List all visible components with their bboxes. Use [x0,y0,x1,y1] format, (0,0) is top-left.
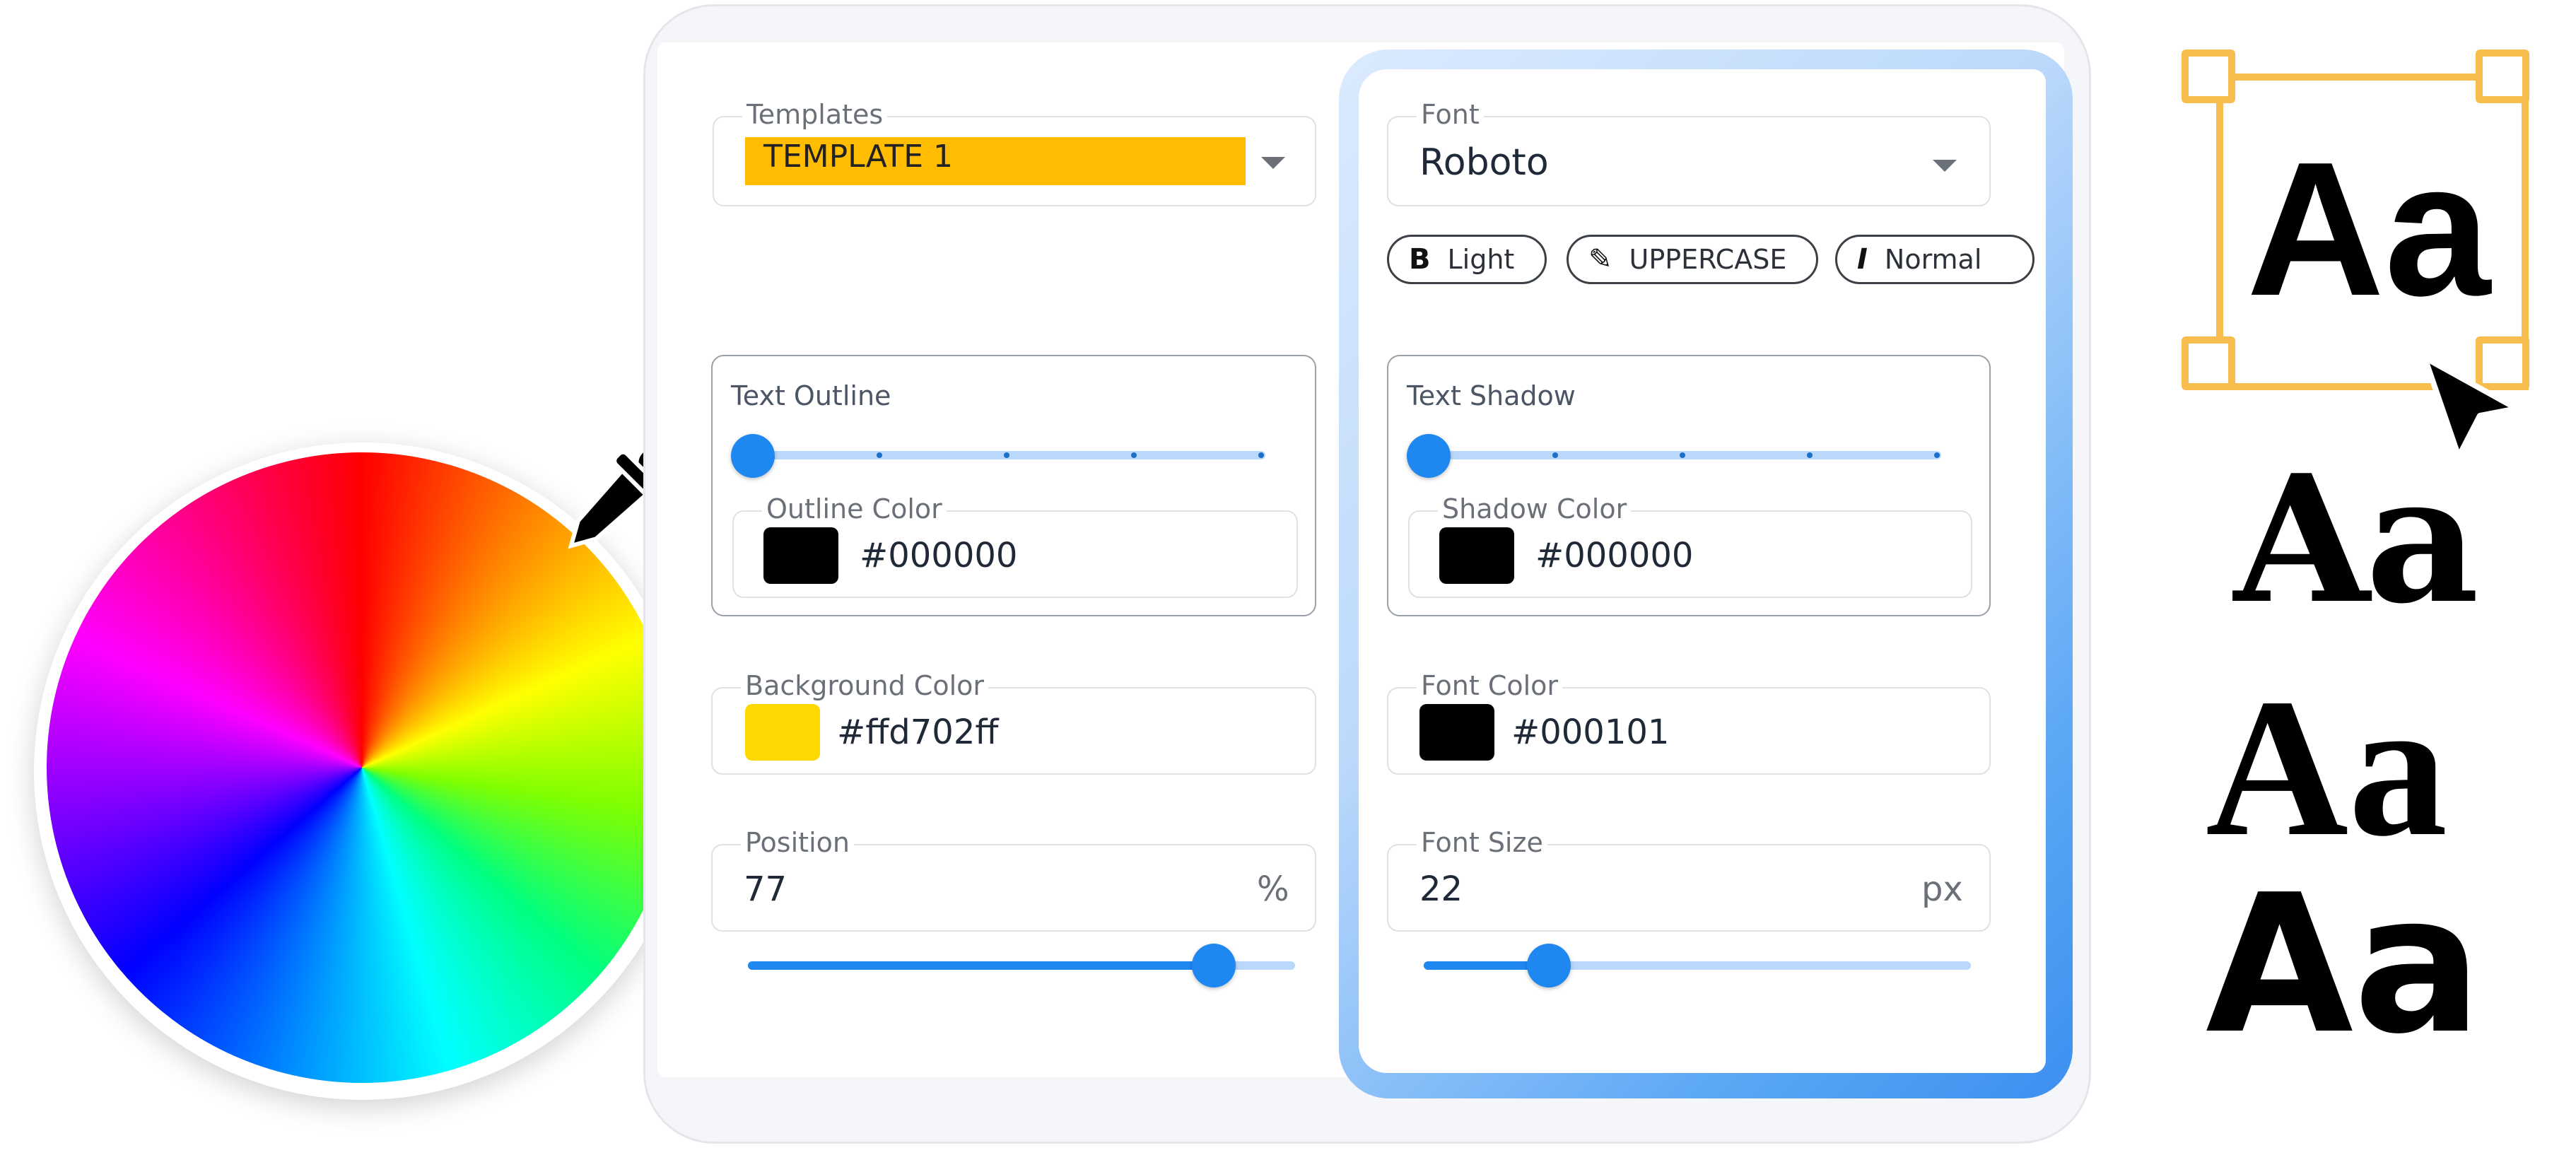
font-sample-heavy: Aa [2206,853,2483,1076]
font-label: Font [1417,99,1484,130]
font-size-value: 22 [1419,869,1463,909]
shadow-slider-thumb[interactable] [1407,434,1451,478]
background-color-label: Background Color [741,670,988,701]
position-label: Position [741,827,854,858]
font-style-label: Normal [1884,244,1982,275]
chevron-down-icon[interactable] [1261,157,1285,169]
font-size-unit: px [1921,869,1963,909]
font-color-field[interactable]: Font Color #000101 [1387,670,1991,775]
shadow-color-field[interactable]: Shadow Color #000000 [1408,493,1972,598]
position-value: 77 [744,869,788,909]
text-shadow-group: Text Shadow Shadow Color #000000 [1387,355,1991,616]
background-color-swatch[interactable] [745,704,820,761]
font-style-chip[interactable]: I Normal [1835,235,2035,284]
font-weight-chip[interactable]: B Light [1387,235,1547,284]
brush-icon: ✎ [1588,243,1612,276]
shadow-color-swatch[interactable] [1439,527,1514,584]
shadow-slider-track[interactable] [1425,451,1941,459]
font-select[interactable]: Font Roboto [1387,99,1991,206]
font-sample-serif: Aa [2206,657,2448,877]
resize-handle-top-left[interactable] [2182,49,2235,103]
outline-color-label: Outline Color [762,493,947,524]
shadow-color-value: #000000 [1535,536,1694,575]
text-shadow-title: Text Shadow [1407,380,1576,411]
resize-handle-bottom-left[interactable] [2182,336,2235,390]
italic-icon: I [1857,243,1868,276]
text-outline-group: Text Outline Outline Color #000000 [711,355,1316,616]
templates-label: Templates [742,99,888,130]
position-input[interactable]: Position 77 % [711,827,1316,932]
position-slider-fill [748,961,1213,970]
font-size-label: Font Size [1417,827,1547,858]
templates-select[interactable]: Templates TEMPLATE 1 [713,99,1316,206]
outline-color-swatch[interactable] [763,527,838,584]
font-size-slider-thumb[interactable] [1527,944,1571,987]
font-value: Roboto [1419,141,1549,184]
outline-color-field[interactable]: Outline Color #000000 [732,493,1298,598]
templates-value: TEMPLATE 1 [763,139,954,175]
font-sample-slab: Aa [2234,437,2479,643]
outline-slider-track[interactable] [749,451,1265,459]
font-size-input[interactable]: Font Size 22 px [1387,827,1991,932]
font-size-slider-track[interactable] [1424,961,1971,970]
font-sample-selected[interactable]: Aa [2247,134,2490,325]
position-unit: % [1257,869,1289,909]
font-color-swatch[interactable] [1419,704,1494,761]
position-slider-thumb[interactable] [1192,944,1236,987]
shadow-color-label: Shadow Color [1438,493,1632,524]
chevron-down-icon[interactable] [1933,160,1957,172]
background-color-value: #ffd702ff [837,713,999,752]
bold-icon: B [1409,243,1431,276]
text-outline-title: Text Outline [731,380,891,411]
text-transform-label: UPPERCASE [1629,244,1787,275]
resize-handle-top-right[interactable] [2476,49,2529,103]
font-color-value: #000101 [1511,713,1670,752]
outline-color-value: #000000 [860,536,1018,575]
font-color-label: Font Color [1417,670,1563,701]
outline-slider-thumb[interactable] [731,434,775,478]
text-transform-chip[interactable]: ✎ UPPERCASE [1567,235,1818,284]
font-weight-label: Light [1447,244,1515,275]
background-color-field[interactable]: Background Color #ffd702ff [711,670,1316,775]
